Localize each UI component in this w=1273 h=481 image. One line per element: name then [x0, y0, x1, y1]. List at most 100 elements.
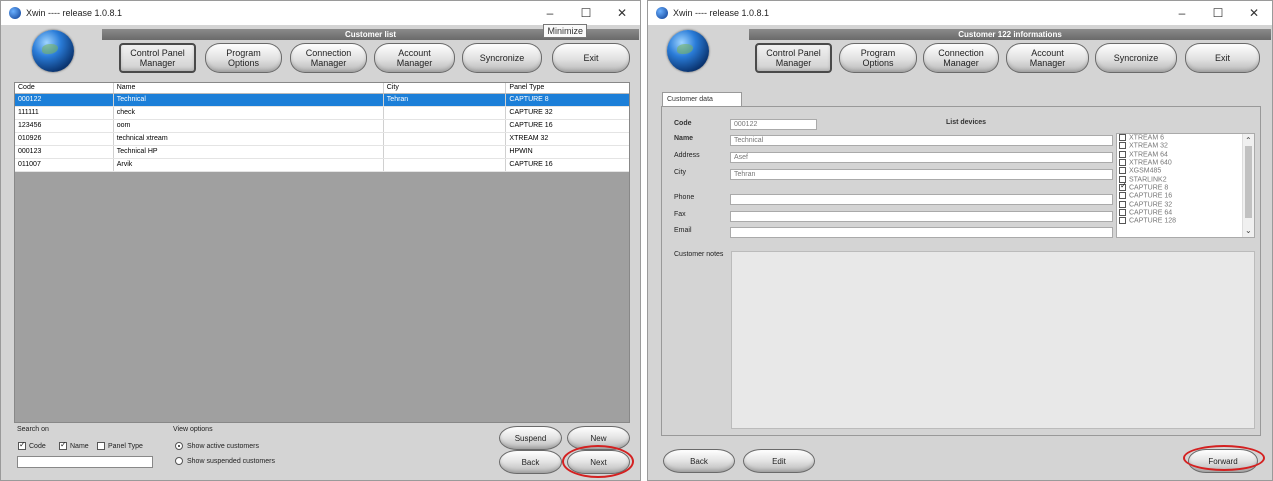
show-active-radio[interactable]: [175, 442, 183, 450]
search-input[interactable]: [17, 456, 153, 468]
phone-field[interactable]: [730, 194, 1113, 205]
globe-logo-icon: [32, 30, 74, 72]
minimize-button[interactable]: –: [532, 1, 568, 25]
code-field[interactable]: 000122: [730, 119, 817, 130]
nav-connection-manager-button[interactable]: Connection Manager: [290, 43, 367, 73]
device-item[interactable]: CAPTURE 128: [1117, 217, 1254, 225]
device-item[interactable]: CAPTURE 32: [1117, 200, 1254, 209]
nav-syncronize-button[interactable]: Syncronize: [462, 43, 542, 73]
scroll-down-icon[interactable]: ⌄: [1245, 226, 1252, 235]
fax-field[interactable]: [730, 211, 1113, 222]
column-header-city[interactable]: City: [384, 83, 507, 93]
table-row[interactable]: 011007 Arvik CAPTURE 16: [15, 159, 629, 172]
nav-syncronize-button[interactable]: Syncronize: [1095, 43, 1177, 73]
device-label: XTREAM 64: [1129, 151, 1168, 159]
device-checkbox[interactable]: [1119, 192, 1126, 200]
customer-notes-field[interactable]: [731, 251, 1255, 429]
app-icon: [656, 7, 668, 19]
search-panel-type-option[interactable]: Panel Type: [97, 442, 143, 450]
city-field[interactable]: Tehran: [730, 169, 1113, 180]
search-on-label: Search on: [17, 426, 49, 433]
scroll-up-icon[interactable]: ⌃: [1245, 136, 1252, 145]
device-checkbox[interactable]: [1119, 209, 1126, 217]
cell-code: 010926: [15, 133, 114, 145]
app-icon: [9, 7, 21, 19]
maximize-button[interactable]: ☐: [568, 1, 604, 25]
back-button[interactable]: Back: [663, 449, 735, 473]
email-field[interactable]: [730, 227, 1113, 238]
app-header: Customer 122 informations Control Panel …: [649, 27, 1271, 77]
nav-program-options-button[interactable]: Program Options: [839, 43, 917, 73]
name-checkbox[interactable]: [59, 440, 67, 450]
device-item[interactable]: CAPTURE 64: [1117, 209, 1254, 217]
device-item[interactable]: CAPTURE 16: [1117, 192, 1254, 200]
globe-logo-icon: [667, 30, 709, 72]
maximize-button[interactable]: ☐: [1200, 1, 1236, 25]
panel-type-checkbox[interactable]: [97, 442, 105, 450]
column-header-code[interactable]: Code: [15, 83, 114, 93]
devices-list[interactable]: XTREAM 6 XTREAM 32 XTREAM 64 XTREAM 640 XGSM…: [1116, 133, 1255, 238]
search-code-option[interactable]: Code: [18, 440, 46, 450]
show-suspended-radio[interactable]: [175, 457, 183, 465]
cell-panel-type: CAPTURE 8: [509, 96, 549, 103]
device-item[interactable]: STARLINK2: [1117, 175, 1254, 184]
close-button[interactable]: ✕: [604, 1, 640, 25]
back-button[interactable]: Back: [499, 450, 562, 474]
phone-label: Phone: [674, 194, 695, 201]
cell-city: [384, 133, 507, 145]
device-checkbox[interactable]: [1119, 167, 1126, 175]
show-suspended-option[interactable]: Show suspended customers: [175, 457, 275, 465]
device-item[interactable]: XTREAM 640: [1117, 159, 1254, 167]
device-item[interactable]: XGSM485: [1117, 167, 1254, 175]
nav-exit-button[interactable]: Exit: [552, 43, 630, 73]
customer-grid[interactable]: Code Name City Panel Type 000122 Technica…: [14, 82, 630, 423]
nav-account-manager-button[interactable]: Account Manager: [374, 43, 455, 73]
code-checkbox[interactable]: [18, 440, 26, 450]
scroll-thumb[interactable]: [1245, 146, 1252, 218]
table-row[interactable]: 000122 Technical Tehran CAPTURE 8: [15, 94, 629, 107]
device-item[interactable]: XTREAM 6: [1117, 134, 1254, 142]
customer-details-window: Xwin ---- release 1.0.8.1 – ☐ ✕ Customer…: [647, 0, 1273, 481]
address-field[interactable]: Asef: [730, 152, 1113, 163]
nav-account-manager-button[interactable]: Account Manager: [1006, 43, 1089, 73]
device-checkbox[interactable]: [1119, 217, 1126, 225]
device-checkbox[interactable]: [1119, 159, 1126, 167]
show-suspended-label: Show suspended customers: [187, 457, 275, 465]
cell-code: 000122: [15, 94, 114, 106]
nav-connection-manager-button[interactable]: Connection Manager: [923, 43, 999, 73]
device-checkbox[interactable]: [1119, 200, 1126, 208]
table-row[interactable]: 010926 technical xtream XTREAM 32: [15, 133, 629, 146]
search-name-option[interactable]: Name: [59, 440, 89, 450]
show-active-option[interactable]: Show active customers: [175, 442, 259, 450]
table-row[interactable]: 123456 oom CAPTURE 16: [15, 120, 629, 133]
nav-control-panel-manager-button[interactable]: Control Panel Manager: [119, 43, 196, 73]
view-options-label: View options: [173, 426, 213, 433]
device-item[interactable]: XTREAM 64: [1117, 150, 1254, 159]
nav-program-options-button[interactable]: Program Options: [205, 43, 282, 73]
grid-rows: 000122 Technical Tehran CAPTURE 8 111111 chec…: [15, 94, 629, 172]
table-row[interactable]: 111111 check CAPTURE 32: [15, 107, 629, 120]
edit-button[interactable]: Edit: [743, 449, 815, 473]
device-checkbox[interactable]: [1119, 134, 1126, 141]
device-label: STARLINK2: [1129, 176, 1167, 184]
close-button[interactable]: ✕: [1236, 1, 1272, 25]
nav-control-panel-manager-button[interactable]: Control Panel Manager: [755, 43, 832, 73]
tab-customer-data[interactable]: Customer data: [662, 92, 742, 106]
minimize-button[interactable]: –: [1164, 1, 1200, 25]
devices-scrollbar[interactable]: ⌃ ⌄: [1242, 134, 1254, 237]
device-label: CAPTURE 64: [1129, 209, 1173, 217]
table-row[interactable]: 000123 Technical HP HPWIN: [15, 146, 629, 159]
column-header-panel-type[interactable]: Panel Type: [506, 83, 629, 93]
nav-exit-button[interactable]: Exit: [1185, 43, 1260, 73]
name-field[interactable]: Technical: [730, 135, 1113, 146]
device-checkbox[interactable]: [1119, 142, 1126, 150]
cell-panel-type: CAPTURE 16: [509, 161, 553, 168]
fax-label: Fax: [674, 211, 686, 218]
cell-name: Arvik: [114, 159, 384, 171]
device-checkbox[interactable]: [1119, 182, 1127, 192]
suspend-button[interactable]: Suspend: [499, 426, 562, 450]
device-item[interactable]: XTREAM 32: [1117, 142, 1254, 150]
device-checkbox[interactable]: [1119, 150, 1126, 158]
column-header-name[interactable]: Name: [114, 83, 384, 93]
device-item[interactable]: CAPTURE 8: [1117, 182, 1254, 192]
